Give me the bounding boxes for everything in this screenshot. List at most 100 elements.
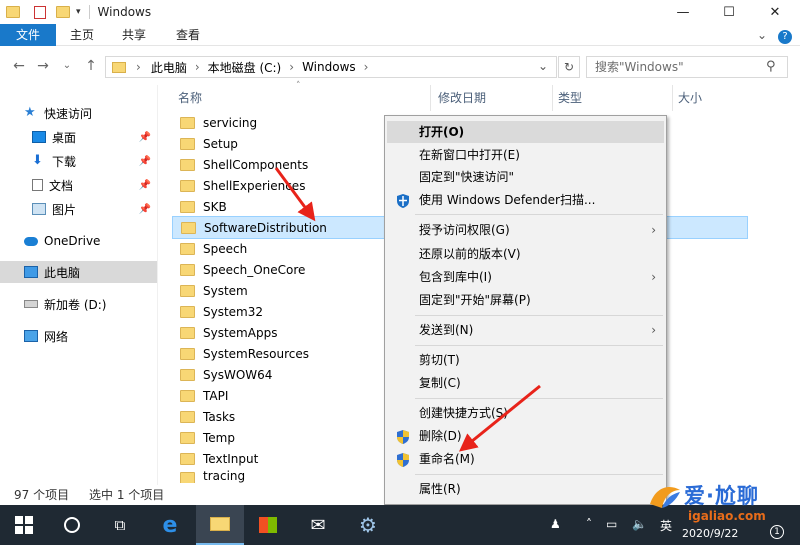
minimize-button[interactable]: — (660, 0, 706, 24)
breadcrumb-drive-c[interactable]: 本地磁盘 (C:) (208, 59, 282, 76)
menu-item-properties[interactable]: 属性(R) (387, 478, 664, 500)
tab-view[interactable]: 查看 (164, 24, 212, 46)
folder-icon (180, 452, 195, 465)
sidebar-item-network[interactable]: 网络 (0, 325, 157, 347)
file-name: tracing (203, 469, 246, 483)
folder-icon (180, 305, 195, 318)
recent-dropdown-icon[interactable]: ⌄ (58, 57, 76, 75)
breadcrumb-windows[interactable]: Windows (302, 60, 356, 74)
sidebar-item-label: 新加卷 (D:) (44, 297, 107, 312)
customize-qa-icon[interactable]: ▾ (76, 7, 81, 17)
file-name: Speech_OneCore (203, 262, 306, 277)
column-name-header[interactable]: 名称 (178, 89, 202, 106)
menu-item-pin-start[interactable]: 固定到"开始"屏幕(P) (387, 289, 664, 311)
start-button[interactable] (0, 505, 48, 545)
file-explorer-icon[interactable] (196, 505, 244, 545)
menu-item-label: 重命名(M) (419, 452, 475, 466)
new-folder-icon[interactable] (56, 6, 70, 18)
desktop-icon (32, 131, 46, 143)
menu-item-delete[interactable]: 删除(D) (387, 425, 664, 447)
column-type-header[interactable]: 类型 (558, 89, 582, 106)
address-dropdown-button[interactable]: ⌄ (538, 59, 548, 73)
up-button[interactable]: ↑ (82, 57, 100, 75)
sidebar-item-downloads[interactable]: ⬇ 下载 📌 (0, 150, 157, 172)
task-view-icon[interactable]: ⧉ (96, 505, 144, 545)
back-button[interactable]: ← (10, 57, 28, 75)
nav-pane-divider[interactable] (157, 85, 158, 485)
folder-icon (112, 61, 126, 73)
menu-item-include-library[interactable]: 包含到库中(I) › (387, 266, 664, 288)
folder-icon (180, 347, 195, 360)
pin-icon[interactable]: 📌 (139, 204, 151, 215)
pin-icon[interactable]: 📌 (139, 180, 151, 191)
search-input[interactable]: 搜索"Windows" (586, 56, 788, 78)
menu-item-open-new-window[interactable]: 在新窗口中打开(E) (387, 144, 664, 166)
ribbon-expand-button[interactable]: ⌄ (752, 24, 772, 46)
sidebar-item-this-pc[interactable]: 此电脑 (0, 261, 157, 283)
menu-item-restore-versions[interactable]: 还原以前的版本(V) (387, 243, 664, 265)
store-icon[interactable] (244, 505, 292, 545)
download-icon: ⬇ (32, 153, 43, 168)
file-name: servicing (203, 115, 258, 130)
folder-icon (180, 368, 195, 381)
sidebar-item-onedrive[interactable]: OneDrive (0, 230, 157, 252)
pin-icon[interactable]: 📌 (139, 132, 151, 143)
network-tray-icon[interactable]: ▭ (606, 517, 617, 531)
menu-item-label: 授予访问权限(G) (419, 223, 510, 237)
folder-icon (180, 200, 195, 213)
volume-icon[interactable]: 🔈 (632, 517, 647, 531)
menu-item-label: 发送到(N) (419, 323, 474, 337)
menu-item-copy[interactable]: 复制(C) (387, 372, 664, 394)
mail-icon[interactable]: ✉ (294, 505, 342, 545)
tray-expand-icon[interactable]: ˄ (586, 517, 592, 531)
menu-item-open[interactable]: 打开(O) (387, 121, 664, 143)
context-menu: 打开(O) 在新窗口中打开(E) 固定到"快速访问" 使用 Windows De… (384, 115, 667, 505)
sidebar-item-pictures[interactable]: 图片 📌 (0, 198, 157, 220)
help-button[interactable]: ? (776, 24, 794, 46)
file-name: SystemApps (203, 325, 278, 340)
watermark: 爱·尬聊 igaliao.com (648, 478, 800, 538)
menu-item-defender-scan[interactable]: 使用 Windows Defender扫描... (387, 189, 664, 211)
refresh-button[interactable]: ↻ (558, 56, 580, 78)
forward-button[interactable]: → (34, 57, 52, 75)
sidebar-item-quick-access[interactable]: ★ 快速访问 (0, 102, 157, 124)
menu-item-create-shortcut[interactable]: 创建快捷方式(S) (387, 402, 664, 424)
tab-file[interactable]: 文件 (0, 24, 56, 46)
people-icon[interactable]: ♟ (550, 517, 561, 531)
menu-item-send-to[interactable]: 发送到(N) › (387, 319, 664, 341)
file-name: Speech (203, 241, 248, 256)
submenu-arrow-icon: › (651, 323, 656, 337)
search-circle-icon[interactable] (48, 505, 96, 545)
file-name: Temp (203, 430, 235, 445)
edge-icon[interactable]: e (146, 505, 194, 545)
search-icon[interactable]: ⚲ (766, 59, 776, 74)
help-icon: ? (778, 30, 792, 44)
menu-item-label: 删除(D) (419, 429, 462, 443)
sidebar-item-documents[interactable]: 文档 📌 (0, 174, 157, 196)
address-bar[interactable]: › 此电脑 › 本地磁盘 (C:) › Windows › (105, 56, 557, 78)
pictures-icon (32, 203, 46, 215)
breadcrumb-this-pc[interactable]: 此电脑 (151, 59, 187, 76)
menu-item-rename[interactable]: 重命名(M) (387, 448, 664, 470)
folder-icon (180, 389, 195, 402)
watermark-site: igaliao.com (688, 509, 766, 523)
menu-item-cut[interactable]: 剪切(T) (387, 349, 664, 371)
sidebar-item-drive-d[interactable]: 新加卷 (D:) (0, 293, 157, 315)
settings-icon[interactable]: ⚙ (344, 505, 392, 545)
menu-item-pin-quick-access[interactable]: 固定到"快速访问" (387, 166, 664, 188)
sidebar-item-desktop[interactable]: 桌面 📌 (0, 126, 157, 148)
tab-home[interactable]: 主页 (58, 24, 106, 46)
properties-icon[interactable] (34, 5, 46, 19)
menu-item-grant-access[interactable]: 授予访问权限(G) › (387, 219, 664, 241)
maximize-button[interactable]: ☐ (706, 0, 752, 24)
column-header-row: 名称 ˄ 修改日期 类型 大小 (170, 81, 760, 111)
pin-icon[interactable]: 📌 (139, 156, 151, 167)
column-modified-header[interactable]: 修改日期 (438, 89, 486, 106)
breadcrumb-sep: › (194, 60, 200, 74)
close-button[interactable]: ✕ (752, 0, 798, 24)
item-count: 97 个项目 (14, 488, 70, 502)
column-size-header[interactable]: 大小 (678, 89, 702, 106)
folder-icon (180, 410, 195, 423)
tab-share[interactable]: 共享 (110, 24, 158, 46)
file-name: System32 (203, 304, 264, 319)
